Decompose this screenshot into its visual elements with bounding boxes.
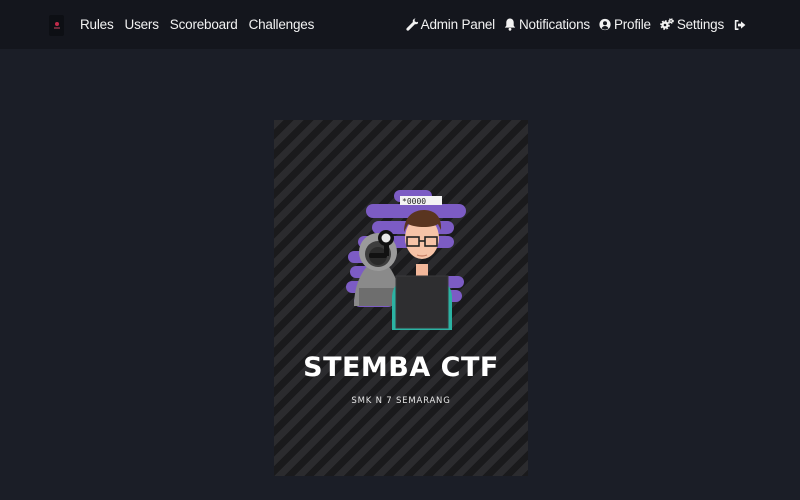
wrench-icon <box>405 18 418 31</box>
user-circle-icon <box>599 18 611 31</box>
nav-link-settings[interactable]: Settings <box>660 17 724 32</box>
bell-icon <box>504 18 516 31</box>
gears-icon <box>660 18 674 30</box>
banner-subtitle: SMK N 7 SEMARANG <box>351 396 451 406</box>
brand-logo[interactable] <box>49 15 64 36</box>
nav-left-links: Rules Users Scoreboard Challenges <box>80 0 325 49</box>
event-banner: *0000 STEMBA CTF SMK N 7 SEMARANG <box>274 120 528 476</box>
sign-out-icon <box>734 19 746 30</box>
top-navbar: Rules Users Scoreboard Challenges Admin … <box>0 0 800 49</box>
nav-link-challenges[interactable]: Challenges <box>249 17 315 32</box>
nav-label-admin-panel: Admin Panel <box>420 17 496 32</box>
nav-link-admin-panel[interactable]: Admin Panel <box>405 17 496 32</box>
nav-label-notifications: Notifications <box>519 17 590 32</box>
nav-link-users[interactable]: Users <box>125 17 159 32</box>
nav-label-profile: Profile <box>613 17 651 32</box>
nav-link-notifications[interactable]: Notifications <box>504 17 590 32</box>
banner-title: STEMBA CTF <box>303 352 499 383</box>
nav-link-scoreboard[interactable]: Scoreboard <box>170 17 238 32</box>
nav-link-profile[interactable]: Profile <box>599 17 651 32</box>
logout-button[interactable] <box>734 19 746 31</box>
nav-label-settings: Settings <box>676 17 724 32</box>
hacker-illustration: *0000 <box>346 190 466 330</box>
nav-link-rules[interactable]: Rules <box>80 17 114 32</box>
password-field-text: *0000 <box>402 197 426 206</box>
nav-right-links: Admin Panel Notifications Profile Settin… <box>397 0 746 49</box>
